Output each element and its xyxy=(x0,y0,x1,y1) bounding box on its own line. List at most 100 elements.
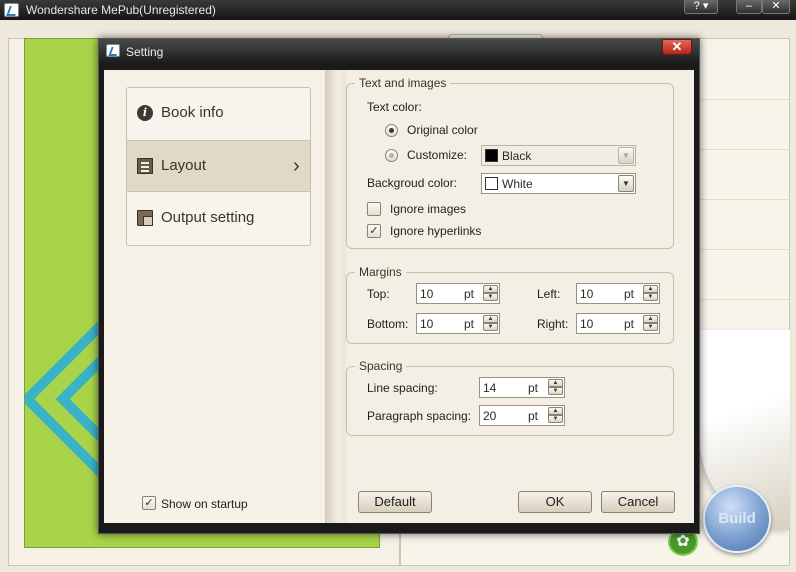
unit-label: pt xyxy=(464,287,475,301)
nav-item-label: Output setting xyxy=(161,209,255,226)
margin-right-label: Right: xyxy=(537,317,569,331)
stepper-buttons: ▲ ▼ xyxy=(483,315,498,332)
paragraph-spacing-value: 20 xyxy=(483,409,497,423)
unit-label: pt xyxy=(624,317,635,331)
cancel-button[interactable]: Cancel xyxy=(601,491,675,513)
ok-button[interactable]: OK xyxy=(518,491,592,513)
margin-right-value: 10 xyxy=(580,317,594,331)
original-color-label: Original color xyxy=(407,123,478,137)
nav-item-book-info[interactable]: i Book info xyxy=(127,88,310,140)
dialog-close-button[interactable]: ✕ xyxy=(662,39,692,55)
stepper-buttons: ▲ ▼ xyxy=(643,315,658,332)
nav-item-label: Layout xyxy=(161,157,207,174)
layout-settings-panel: Text and images Text color: Original col… xyxy=(346,70,694,523)
paragraph-spacing-label: Paragraph spacing: xyxy=(367,409,472,423)
text-color-value: Black xyxy=(502,149,532,163)
nav-item-layout[interactable]: Layout › xyxy=(127,140,310,192)
customize-label: Customize: xyxy=(407,148,468,162)
stepper-down-icon[interactable]: ▼ xyxy=(483,323,498,331)
info-icon: i xyxy=(137,105,153,121)
ignore-hyperlinks-checkbox[interactable]: ✓ xyxy=(367,224,381,238)
stepper-up-icon[interactable]: ▲ xyxy=(643,315,658,323)
customize-radio[interactable] xyxy=(385,149,398,162)
menu-arrow-icon: ▾ xyxy=(702,0,709,12)
stepper-buttons: ▲ ▼ xyxy=(643,285,658,302)
stepper-up-icon[interactable]: ▲ xyxy=(483,285,498,293)
color-swatch xyxy=(485,177,498,190)
settings-nav-panel: i Book info Layout › Output setting ✓ Sh… xyxy=(104,70,326,523)
line-spacing-stepper[interactable]: 14 pt ▲ ▼ xyxy=(479,377,565,398)
paragraph-spacing-stepper[interactable]: 20 pt ▲ ▼ xyxy=(479,405,565,426)
unit-label: pt xyxy=(528,381,539,395)
margin-top-value: 10 xyxy=(420,287,434,301)
line-spacing-value: 14 xyxy=(483,381,497,395)
unit-label: pt xyxy=(464,317,475,331)
margin-left-value: 10 xyxy=(580,287,594,301)
margin-bottom-value: 10 xyxy=(420,317,434,331)
help-button[interactable]: ? ▾ xyxy=(684,0,718,14)
ignore-images-checkbox[interactable] xyxy=(367,202,381,216)
stepper-up-icon[interactable]: ▲ xyxy=(548,407,563,415)
close-icon: ✕ xyxy=(671,39,683,54)
margin-left-stepper[interactable]: 10 pt ▲ ▼ xyxy=(576,283,660,304)
stepper-down-icon[interactable]: ▼ xyxy=(643,323,658,331)
ignore-hyperlinks-label: Ignore hyperlinks xyxy=(390,224,482,238)
spacing-group: Spacing Line spacing: 14 pt ▲ ▼ Paragrap… xyxy=(346,359,674,436)
stepper-up-icon[interactable]: ▲ xyxy=(483,315,498,323)
chevron-down-icon: ▼ xyxy=(618,147,634,164)
margin-top-label: Top: xyxy=(367,287,390,301)
app-logo-icon xyxy=(4,3,19,17)
line-spacing-label: Line spacing: xyxy=(367,381,438,395)
margin-right-stepper[interactable]: 10 pt ▲ ▼ xyxy=(576,313,660,334)
stepper-down-icon[interactable]: ▼ xyxy=(548,387,563,395)
margin-bottom-stepper[interactable]: 10 pt ▲ ▼ xyxy=(416,313,500,334)
stepper-up-icon[interactable]: ▲ xyxy=(643,285,658,293)
chevron-down-icon: ▼ xyxy=(618,175,634,192)
default-button[interactable]: Default xyxy=(358,491,432,513)
gear-icon: ✿ xyxy=(676,533,690,550)
background-color-select[interactable]: White ▼ xyxy=(481,173,636,194)
group-title: Spacing xyxy=(355,359,407,373)
app-title: Wondershare MePub(Unregistered) xyxy=(26,3,216,17)
margin-bottom-label: Bottom: xyxy=(367,317,409,331)
stepper-buttons: ▲ ▼ xyxy=(483,285,498,302)
margin-left-label: Left: xyxy=(537,287,561,301)
layout-icon xyxy=(137,158,153,174)
settings-nav: i Book info Layout › Output setting xyxy=(126,87,311,246)
nav-item-label: Book info xyxy=(161,104,224,121)
original-color-radio[interactable] xyxy=(385,124,398,137)
nav-item-output-setting[interactable]: Output setting xyxy=(127,193,310,245)
stepper-down-icon[interactable]: ▼ xyxy=(483,293,498,301)
minimize-icon: – xyxy=(745,0,753,12)
panel-divider xyxy=(326,70,346,523)
unit-label: pt xyxy=(528,409,539,423)
setting-dialog: Setting ✕ i Book info Layout › Output se… xyxy=(98,38,700,534)
text-color-label: Text color: xyxy=(367,100,422,114)
group-title: Margins xyxy=(355,265,406,279)
build-button[interactable]: Build xyxy=(703,485,771,553)
color-swatch xyxy=(485,149,498,162)
help-icon: ? xyxy=(693,0,700,12)
text-color-select[interactable]: Black ▼ xyxy=(481,145,636,166)
app-close-button[interactable]: ✕ xyxy=(762,0,790,14)
stepper-down-icon[interactable]: ▼ xyxy=(548,415,563,423)
close-icon: ✕ xyxy=(771,0,781,12)
dialog-body: i Book info Layout › Output setting ✓ Sh… xyxy=(104,70,694,523)
margin-top-stepper[interactable]: 10 pt ▲ ▼ xyxy=(416,283,500,304)
stepper-down-icon[interactable]: ▼ xyxy=(643,293,658,301)
dialog-titlebar: Setting ✕ xyxy=(99,39,699,63)
stepper-buttons: ▲ ▼ xyxy=(548,379,563,396)
app-titlebar: Wondershare MePub(Unregistered) ? ▾ – ✕ xyxy=(0,0,796,20)
dialog-logo-icon xyxy=(106,44,120,57)
text-images-group: Text and images Text color: Original col… xyxy=(346,76,674,249)
show-on-startup-checkbox[interactable]: ✓ xyxy=(142,496,156,510)
group-title: Text and images xyxy=(355,76,451,90)
show-on-startup-label: Show on startup xyxy=(161,497,248,511)
background-color-label: Backgroud color: xyxy=(367,176,458,190)
chevron-right-icon: › xyxy=(293,155,300,177)
ignore-images-label: Ignore images xyxy=(390,202,467,216)
unit-label: pt xyxy=(624,287,635,301)
output-icon xyxy=(137,210,153,226)
minimize-button[interactable]: – xyxy=(736,0,762,14)
stepper-up-icon[interactable]: ▲ xyxy=(548,379,563,387)
